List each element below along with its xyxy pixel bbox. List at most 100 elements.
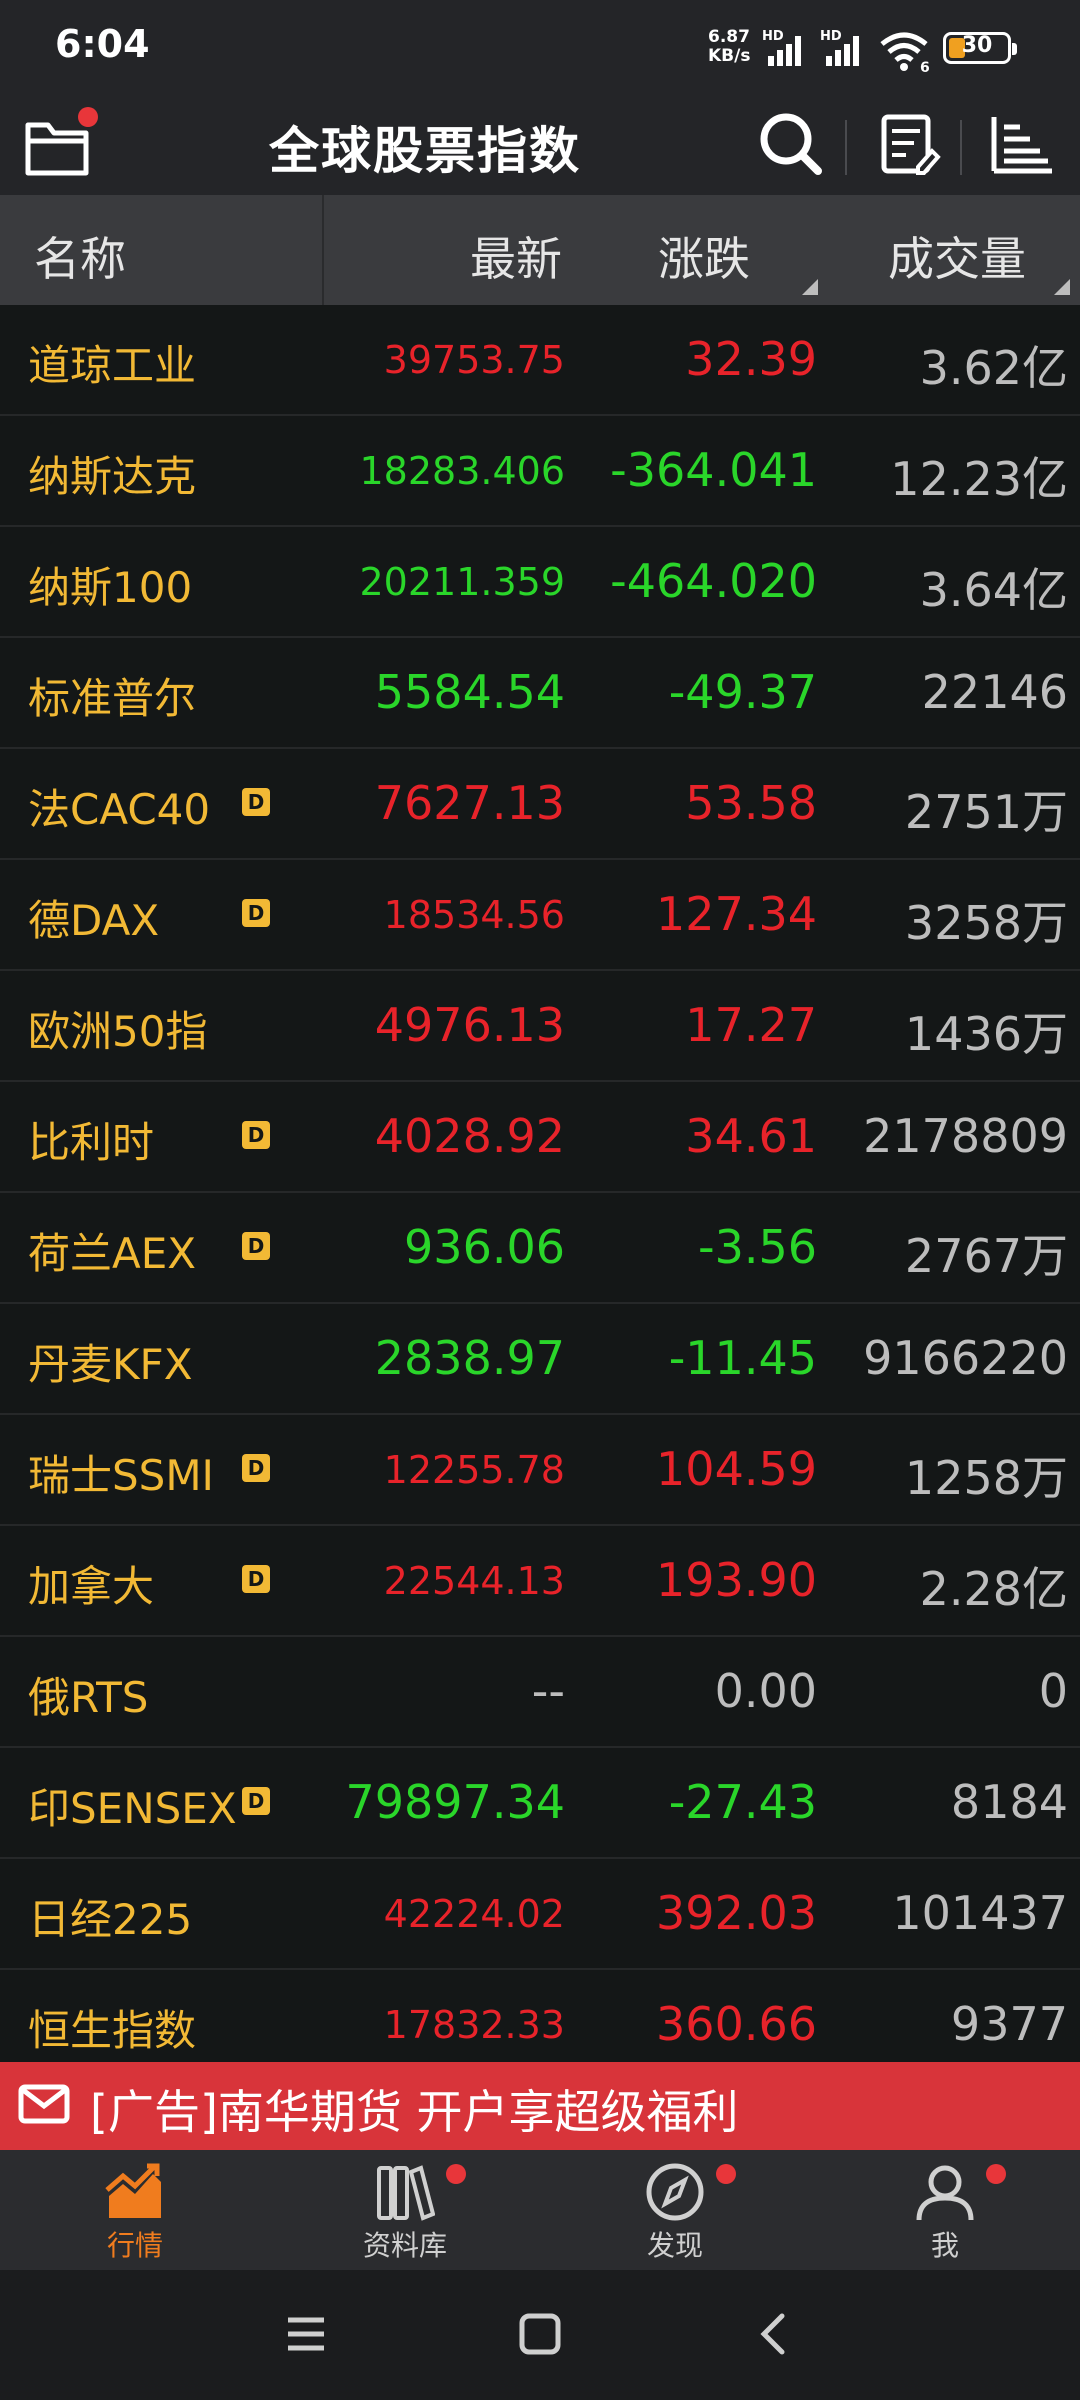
delay-badge: D	[242, 1454, 270, 1482]
price-change: 0.00	[714, 1664, 817, 1718]
volume: 8184	[950, 1775, 1068, 1829]
tab-label: 资料库	[362, 2229, 447, 2262]
tab-library[interactable]: 资料库	[270, 2150, 540, 2270]
table-row[interactable]: 纳斯达克 18283.406 -364.041 12.23亿	[0, 416, 1080, 527]
price-change: -464.020	[610, 554, 817, 608]
index-list: 道琼工业 39753.75 32.39 3.62亿 纳斯达克 18283.406 -364.…	[0, 305, 1080, 2081]
last-price: 42224.02	[383, 1892, 565, 1936]
table-row[interactable]: 道琼工业 39753.75 32.39 3.62亿	[0, 305, 1080, 416]
table-row[interactable]: 丹麦KFX 2838.97 -11.45 9166220	[0, 1304, 1080, 1415]
svg-text:6: 6	[920, 60, 930, 72]
last-price: 4976.13	[374, 998, 565, 1052]
table-row[interactable]: 日经225 42224.02 392.03 101437	[0, 1859, 1080, 1970]
price-change: -27.43	[668, 1775, 817, 1829]
volume: 9377	[950, 1997, 1068, 2051]
price-change: 360.66	[656, 1997, 817, 2051]
search-button[interactable]	[748, 103, 832, 187]
index-name: 法CAC40	[28, 785, 211, 834]
volume: 3.64亿	[919, 563, 1068, 617]
table-row[interactable]: 加拿大 D 22544.13 193.90 2.28亿	[0, 1526, 1080, 1637]
last-price: 79897.34	[345, 1775, 566, 1829]
edit-list-icon	[881, 114, 941, 175]
table-header: 名称 最新 涨跌 成交量	[0, 195, 1080, 305]
delay-badge: D	[242, 1787, 270, 1815]
person-icon	[916, 2165, 974, 2221]
price-change: 127.34	[656, 887, 817, 941]
volume: 3258万	[904, 896, 1068, 950]
index-name: 标准普尔	[28, 674, 197, 723]
svg-text:HD: HD	[762, 30, 784, 44]
last-price: 2838.97	[374, 1331, 565, 1385]
index-name: 欧洲50指	[28, 1007, 208, 1056]
delay-badge: D	[242, 1121, 270, 1149]
signal-icon: HD	[762, 30, 801, 66]
column-change[interactable]: 涨跌	[658, 223, 750, 289]
sort-button[interactable]	[980, 103, 1064, 187]
last-price: 17832.33	[383, 2003, 565, 2047]
volume: 12.23亿	[890, 452, 1068, 506]
price-change: -11.45	[668, 1331, 817, 1385]
price-change: -49.37	[668, 665, 817, 719]
notification-dot	[446, 2164, 466, 2184]
edit-list-button[interactable]	[866, 103, 950, 187]
menu-icon[interactable]	[284, 2312, 328, 2356]
table-row[interactable]: 纳斯100 20211.359 -464.020 3.64亿	[0, 527, 1080, 638]
network-speed: 6.87 KB/s	[708, 27, 751, 66]
notification-dot	[986, 2164, 1006, 2184]
tab-market[interactable]: 行情	[0, 2150, 270, 2270]
sort-icon	[991, 117, 1052, 174]
volume: 22146	[921, 665, 1068, 719]
ad-banner[interactable]: [广告]南华期货 开户享超级福利	[0, 2062, 1080, 2150]
price-change: -364.041	[610, 443, 817, 497]
table-row[interactable]: 荷兰AEX D 936.06 -3.56 2767万	[0, 1193, 1080, 1304]
volume: 2767万	[904, 1229, 1068, 1283]
index-name: 荷兰AEX	[28, 1229, 197, 1278]
volume: 1258万	[904, 1451, 1068, 1505]
column-name[interactable]: 名称	[34, 223, 126, 289]
index-name: 比利时	[28, 1118, 155, 1167]
index-name: 瑞士SSMI	[28, 1451, 214, 1500]
table-row[interactable]: 瑞士SSMI D 12255.78 104.59 1258万	[0, 1415, 1080, 1526]
last-price: --	[531, 1664, 565, 1718]
delay-badge: D	[242, 788, 270, 816]
column-last[interactable]: 最新	[470, 223, 562, 289]
battery-icon: 30	[943, 32, 1017, 64]
ad-text: [广告]南华期货 开户享超级福利	[90, 2085, 739, 2139]
table-row[interactable]: 比利时 D 4028.92 34.61 2178809	[0, 1082, 1080, 1193]
last-price: 20211.359	[359, 560, 566, 604]
table-row[interactable]: 法CAC40 D 7627.13 53.58 2751万	[0, 749, 1080, 860]
table-row[interactable]: 标准普尔 5584.54 -49.37 22146	[0, 638, 1080, 749]
price-change: 32.39	[685, 332, 817, 386]
price-change: 392.03	[656, 1886, 817, 1940]
index-name: 丹麦KFX	[28, 1340, 193, 1389]
price-change: 34.61	[685, 1109, 817, 1163]
table-row[interactable]: 欧洲50指 4976.13 17.27 1436万	[0, 971, 1080, 1082]
home-icon[interactable]	[518, 2312, 562, 2356]
column-volume[interactable]: 成交量	[888, 223, 1026, 289]
volume: 3.62亿	[919, 341, 1068, 395]
delay-badge: D	[242, 1232, 270, 1260]
back-icon[interactable]	[752, 2312, 796, 2356]
search-icon	[760, 113, 822, 175]
books-icon	[377, 2165, 435, 2221]
status-time: 6:04	[55, 22, 150, 66]
system-nav-bar	[0, 2270, 1080, 2400]
price-change: 193.90	[656, 1553, 817, 1607]
last-price: 18283.406	[359, 449, 566, 493]
table-row[interactable]: 德DAX D 18534.56 127.34 3258万	[0, 860, 1080, 971]
wifi-icon: 6	[880, 32, 930, 72]
index-name: 纳斯达克	[28, 452, 197, 501]
bottom-nav: 行情 资料库 发现 我	[0, 2150, 1080, 2270]
last-price: 4028.92	[374, 1109, 565, 1163]
table-row[interactable]: 印SENSEX D 79897.34 -27.43 8184	[0, 1748, 1080, 1859]
index-name: 德DAX	[28, 896, 160, 945]
volume: 2751万	[904, 785, 1068, 839]
index-name: 印SENSEX	[28, 1784, 237, 1833]
tab-label: 行情	[106, 2229, 163, 2262]
price-change: 104.59	[656, 1442, 817, 1496]
battery-level: 30	[961, 33, 993, 58]
table-row[interactable]: 俄RTS -- 0.00 0	[0, 1637, 1080, 1748]
index-name: 加拿大	[28, 1562, 155, 1611]
tab-discover[interactable]: 发现	[540, 2150, 810, 2270]
tab-me[interactable]: 我	[810, 2150, 1080, 2270]
